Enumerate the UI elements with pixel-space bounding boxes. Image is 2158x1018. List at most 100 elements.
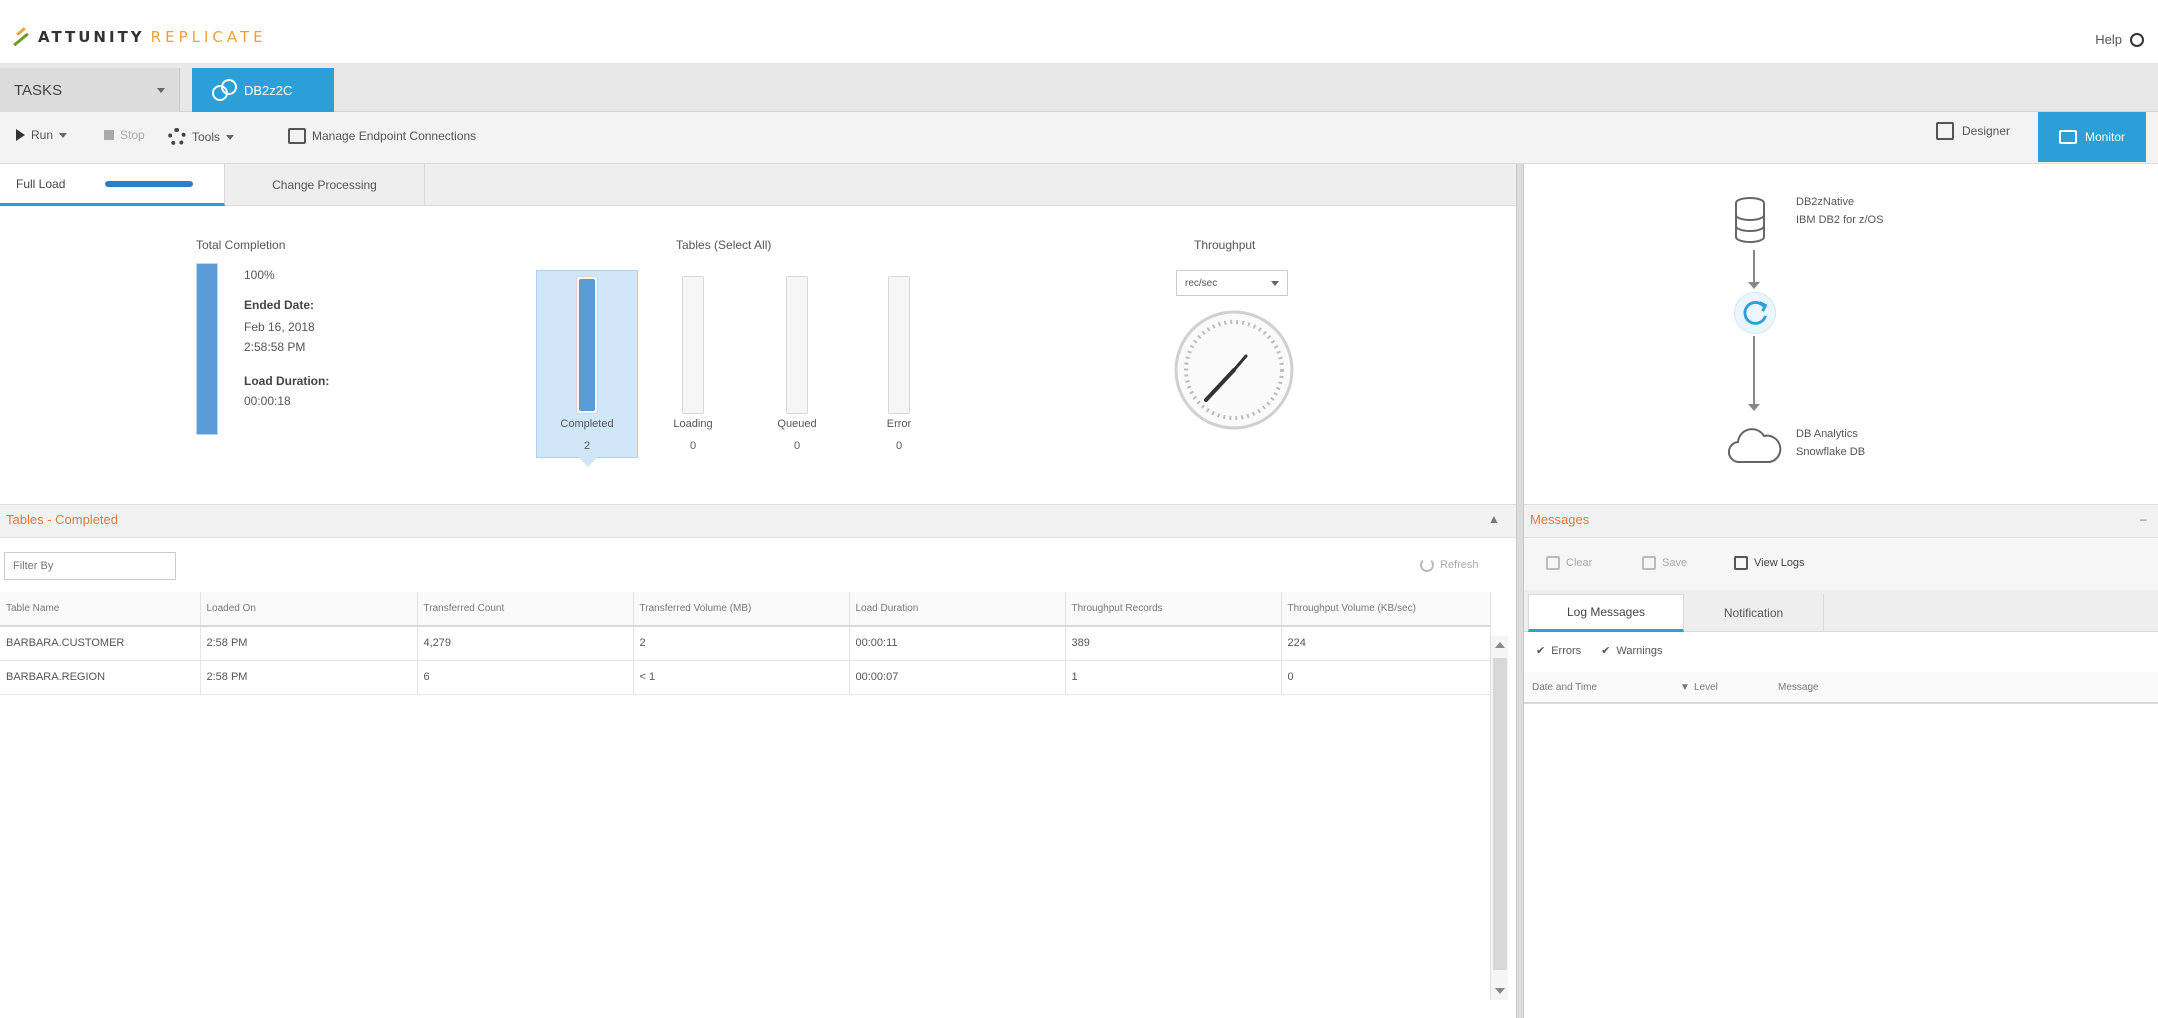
grid-scrollbar[interactable] [1490,636,1508,1000]
tables-status-title[interactable]: Tables (Select All) [676,238,771,252]
completed-section-title: Tables - Completed [6,512,118,527]
refresh-icon [1420,558,1434,572]
grid-column-header[interactable]: Transferred Count [417,592,634,627]
stop-button[interactable]: Stop [104,128,145,142]
grid-column-header[interactable]: Table Name [0,592,201,627]
arrow-down-icon [1748,282,1760,289]
warnings-checkbox[interactable]: ✔ Warnings [1601,644,1662,658]
monitor-label: Monitor [2084,130,2125,144]
collapse-icon[interactable]: ▲ [1488,512,1500,526]
target-endpoint-type: Snowflake DB [1796,446,1866,458]
clear-label: Clear [1566,557,1593,569]
grid-column-header[interactable]: Load Duration [849,592,1066,627]
clear-messages-button[interactable]: Clear [1546,556,1592,570]
sync-icon [1734,292,1776,334]
tools-menu[interactable]: Tools [168,128,235,146]
grid-column-header[interactable]: Transferred Volume (MB) [633,592,850,627]
monitor-icon [2058,130,2077,144]
tab-log-messages[interactable]: Log Messages [1528,594,1684,632]
status-bar-fill [579,279,595,411]
chevron-down-icon [157,87,165,93]
brand-product: REPLICATE [150,28,267,46]
status-bar-label: Loading [673,418,713,430]
status-bar-count: 0 [895,440,903,452]
view-logs-button[interactable]: View Logs [1734,556,1805,570]
tasks-view-selector[interactable]: TASKS [0,68,180,112]
col-level[interactable]: Level [1694,682,1718,693]
status-bar-loading[interactable] [682,276,704,414]
col-date-time[interactable]: Date and Time [1532,682,1597,693]
save-messages-button[interactable]: Save [1642,556,1687,570]
status-bar-count: 0 [689,440,697,452]
manage-endpoints-button[interactable]: Manage Endpoint Connections [288,128,476,144]
table-cell: 6 [417,660,634,695]
sort-desc-icon[interactable]: ▼ [1680,682,1690,693]
errors-label: Errors [1551,644,1582,657]
tab-full-load[interactable]: Full Load [0,164,225,206]
status-bar-completed[interactable] [576,276,598,414]
status-bar-count: 0 [793,440,801,452]
tab-change-processing[interactable]: Change Processing [225,164,425,206]
messages-title: Messages [1530,512,1590,527]
total-completion-fill [197,264,217,434]
help-menu[interactable]: Help [2095,32,2144,47]
endpoint-connections-icon [288,128,306,144]
play-icon [16,129,25,141]
messages-grid-header [1524,672,2158,704]
table-cell: BARBARA.REGION [0,660,201,695]
table-row[interactable]: BARBARA.REGION 2:58 PM 6 < 1 00:00:07 1 0 [0,660,1491,695]
selected-status-pointer [578,457,598,467]
refresh-label: Refresh [1440,559,1479,571]
tab-notifications[interactable]: Notification [1684,594,1824,632]
filter-input[interactable] [4,552,176,580]
status-bar-error[interactable] [888,276,910,414]
panel-splitter[interactable] [1516,164,1524,1018]
tab-change-processing-label: Change Processing [272,178,377,192]
monitor-left-panel [0,164,1516,1018]
run-button[interactable]: Run [16,128,68,142]
connector-line [1753,250,1755,286]
stop-icon [104,130,114,140]
monitor-button[interactable]: Monitor [2038,112,2146,162]
messages-section-header [1524,504,2158,538]
clear-icon [1546,556,1560,570]
grid-column-header[interactable]: Loaded On [200,592,418,627]
col-message[interactable]: Message [1778,682,1819,693]
collapse-icon[interactable]: – [2140,512,2147,526]
chevron-down-icon [59,132,68,138]
throughput-unit-select[interactable]: rec/sec [1176,270,1288,296]
target-endpoint-name: DB Analytics [1796,428,1858,440]
grid-column-header[interactable]: Throughput Records [1065,592,1282,627]
scroll-up-icon[interactable] [1495,642,1505,648]
throughput-unit-value: rec/sec [1185,277,1218,289]
table-row[interactable]: BARBARA.CUSTOMER 2:58 PM 4,279 2 00:00:11 389… [0,626,1491,661]
status-bar-queued[interactable] [786,276,808,414]
scroll-down-icon[interactable] [1495,988,1505,994]
errors-checkbox[interactable]: ✔ Errors [1536,644,1582,658]
grid-column-header[interactable]: Throughput Volume (KB/sec) [1281,592,1491,627]
table-cell: 2 [633,626,850,661]
ended-date-value: Feb 16, 2018 [244,320,315,334]
table-cell: 389 [1065,626,1282,661]
save-icon [1642,556,1656,570]
top-bar [0,0,2158,64]
refresh-button[interactable]: Refresh [1420,558,1479,572]
load-duration-value: 00:00:18 [244,394,291,408]
save-label: Save [1662,557,1688,569]
table-cell: 00:00:11 [849,626,1066,661]
ended-time-value: 2:58:58 PM [244,340,306,354]
stop-label: Stop [120,128,145,142]
task-tab-db2z2c[interactable]: DB2z2C [192,68,334,112]
status-bar-label: Queued [777,418,817,430]
grid-header-row: Table Name Loaded On Transferred Count Tran… [0,592,1491,627]
total-completion-bar [196,263,218,435]
scrollbar-thumb[interactable] [1493,658,1507,970]
checkmark-icon: ✔ [1601,645,1611,657]
table-cell: < 1 [633,660,850,695]
manage-endpoints-label: Manage Endpoint Connections [312,129,477,143]
throughput-title: Throughput [1194,238,1256,252]
completed-section-header [0,504,1516,538]
designer-button[interactable]: Designer [1936,122,2010,140]
table-cell: 0 [1281,660,1491,695]
settings-icon[interactable] [2130,32,2144,47]
